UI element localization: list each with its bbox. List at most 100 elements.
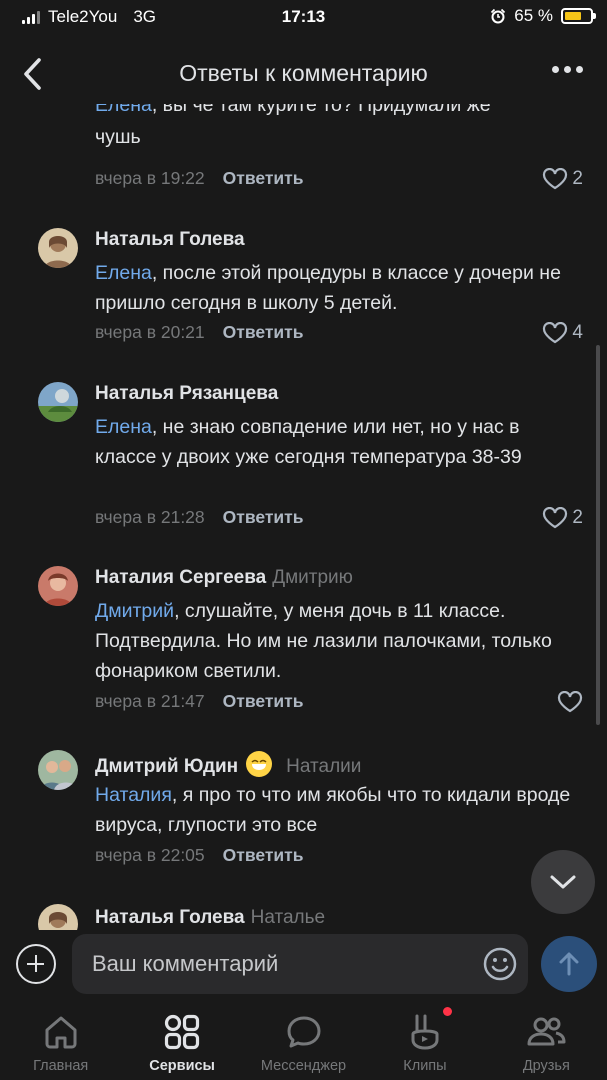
comment-time: вчера в 19:22: [95, 168, 205, 188]
chevron-down-icon: [550, 875, 576, 889]
comment-text-line: , вы че там курите то? Придумали же: [151, 104, 491, 116]
notification-badge: [443, 1007, 453, 1016]
author-name[interactable]: Наталья Рязанцева: [95, 383, 278, 404]
comment-composer: [0, 930, 607, 1002]
tab-label: Клипы: [403, 1058, 447, 1074]
add-attachment-button[interactable]: [16, 944, 56, 984]
reply-button[interactable]: Ответить: [223, 845, 304, 865]
comment-time: вчера в 21:28: [95, 507, 205, 527]
tab-label: Главная: [33, 1058, 89, 1074]
like-count: 4: [572, 322, 583, 343]
like-button[interactable]: 2: [542, 507, 583, 529]
comment-text-body: , не знаю совпадение или нет, но у нас в…: [95, 416, 522, 468]
battery-percent: 65 %: [514, 6, 553, 25]
author-name[interactable]: Наталия Сергеева: [95, 567, 266, 588]
tab-messenger[interactable]: Мессенджер: [243, 1002, 364, 1080]
like-count: 2: [572, 507, 583, 528]
reply-button[interactable]: Ответить: [223, 322, 304, 342]
comment-meta: вчера в 20:21 Ответить: [95, 322, 304, 343]
comment-text: Дмитрий, слушайте, у меня дочь в 11 клас…: [95, 596, 585, 686]
arrow-up-icon: [559, 952, 579, 976]
comment-time: вчера в 20:21: [95, 322, 205, 342]
comment-item: Наталия Сергеева Дмитрию Дмитрий, слушайт…: [0, 562, 607, 722]
comment-item: Наталья Голева Наталье: [0, 904, 607, 930]
scroll-down-button[interactable]: [531, 850, 595, 914]
comment-meta: вчера в 21:47 Ответить: [95, 691, 304, 712]
dot: [564, 66, 571, 73]
mention-link[interactable]: Елена: [95, 262, 152, 284]
reply-button[interactable]: Ответить: [223, 168, 304, 188]
like-button[interactable]: 2: [542, 168, 583, 190]
author-name[interactable]: Наталья Голева: [95, 229, 245, 250]
mention-link[interactable]: Дмитрий: [95, 600, 174, 622]
comments-list[interactable]: Елена, вы че там курите то? Придумали же…: [0, 104, 607, 930]
comment-item: Наталья Голева Елена, после этой процеду…: [0, 224, 607, 354]
alarm-icon: [491, 8, 506, 24]
smile-icon: [483, 947, 517, 981]
dot: [576, 66, 583, 73]
battery-fill: [565, 12, 581, 20]
comment-author[interactable]: Наталья Голева Наталье: [95, 907, 325, 929]
comment-meta: вчера в 22:05 Ответить: [95, 845, 304, 866]
reply-to-label[interactable]: Наталье: [251, 907, 325, 928]
mention-link[interactable]: Наталия: [95, 784, 172, 806]
like-button[interactable]: 4: [542, 322, 583, 344]
tab-clips[interactable]: Клипы: [364, 1002, 485, 1080]
clips-icon: [411, 1014, 439, 1050]
services-icon: [165, 1014, 200, 1050]
comment-author[interactable]: Наталья Голева: [95, 229, 245, 251]
comment-meta: вчера в 19:22 Ответить: [95, 168, 304, 189]
avatar[interactable]: [38, 750, 78, 790]
comment-text: Наталия, я про то что им якобы что то ки…: [95, 780, 585, 840]
mention-link[interactable]: Елена: [95, 104, 152, 116]
emoji-button[interactable]: [482, 946, 518, 982]
tab-label: Друзья: [522, 1058, 570, 1074]
heart-icon: [557, 691, 583, 713]
avatar[interactable]: [38, 566, 78, 606]
status-bar: Tele2You 3G 17:13 65 %: [0, 0, 607, 36]
tab-home[interactable]: Главная: [0, 1002, 121, 1080]
comment-item: Дмитрий Юдин Наталии Наталия, я про то чт…: [0, 746, 607, 886]
header: Ответы к комментарию: [0, 46, 607, 104]
comment-item: Наталья Рязанцева Елена, не знаю совпаде…: [0, 378, 607, 538]
comment-time: вчера в 21:47: [95, 691, 205, 711]
comment-author[interactable]: Наталья Рязанцева: [95, 383, 278, 405]
comment-author[interactable]: Дмитрий Юдин Наталии: [95, 751, 361, 778]
comment-text-body: , после этой процедуры в классе у дочери…: [95, 262, 561, 314]
avatar[interactable]: [38, 904, 78, 930]
tab-bar: Главная Сервисы Мессенджер Клипы Друзья: [0, 1002, 607, 1080]
comment-item: Елена, вы че там курите то? Придумали же…: [0, 104, 607, 204]
emoji-badge-icon: [246, 751, 273, 777]
status-right: 65 %: [490, 6, 596, 26]
page-title: Ответы к комментарию: [179, 60, 428, 86]
comment-meta: вчера в 21:28 Ответить: [95, 507, 304, 528]
avatar[interactable]: [38, 228, 78, 268]
avatar[interactable]: [38, 382, 78, 422]
author-name[interactable]: Дмитрий Юдин: [95, 756, 238, 777]
tab-services[interactable]: Сервисы: [121, 1002, 242, 1080]
tab-label: Сервисы: [149, 1058, 215, 1074]
dot: [552, 66, 559, 73]
comment-time: вчера в 22:05: [95, 845, 205, 865]
comment-text-clipped: Елена, вы че там курите то? Придумали же: [95, 104, 585, 122]
reply-to-label[interactable]: Наталии: [286, 756, 361, 777]
author-name[interactable]: Наталья Голева: [95, 907, 245, 928]
comment-text: Елена, вы че там курите то? Придумали же…: [95, 104, 585, 152]
like-button[interactable]: [557, 691, 583, 713]
mention-link[interactable]: Елена: [95, 416, 152, 438]
comment-author[interactable]: Наталия Сергеева Дмитрию: [95, 567, 353, 589]
friends-icon: [527, 1017, 566, 1046]
comment-text: Елена, не знаю совпадение или нет, но у …: [95, 412, 585, 472]
heart-icon: [543, 322, 568, 344]
comment-input[interactable]: [72, 934, 528, 994]
comment-text-rest: чушь: [95, 126, 141, 148]
reply-button[interactable]: Ответить: [223, 507, 304, 527]
more-button[interactable]: [552, 66, 583, 73]
battery-icon: [561, 8, 596, 24]
reply-button[interactable]: Ответить: [223, 691, 304, 711]
tab-friends[interactable]: Друзья: [486, 1002, 607, 1080]
reply-to-label[interactable]: Дмитрию: [272, 567, 353, 588]
heart-icon: [543, 507, 568, 529]
send-button[interactable]: [541, 936, 597, 992]
scrollbar[interactable]: [596, 345, 600, 725]
